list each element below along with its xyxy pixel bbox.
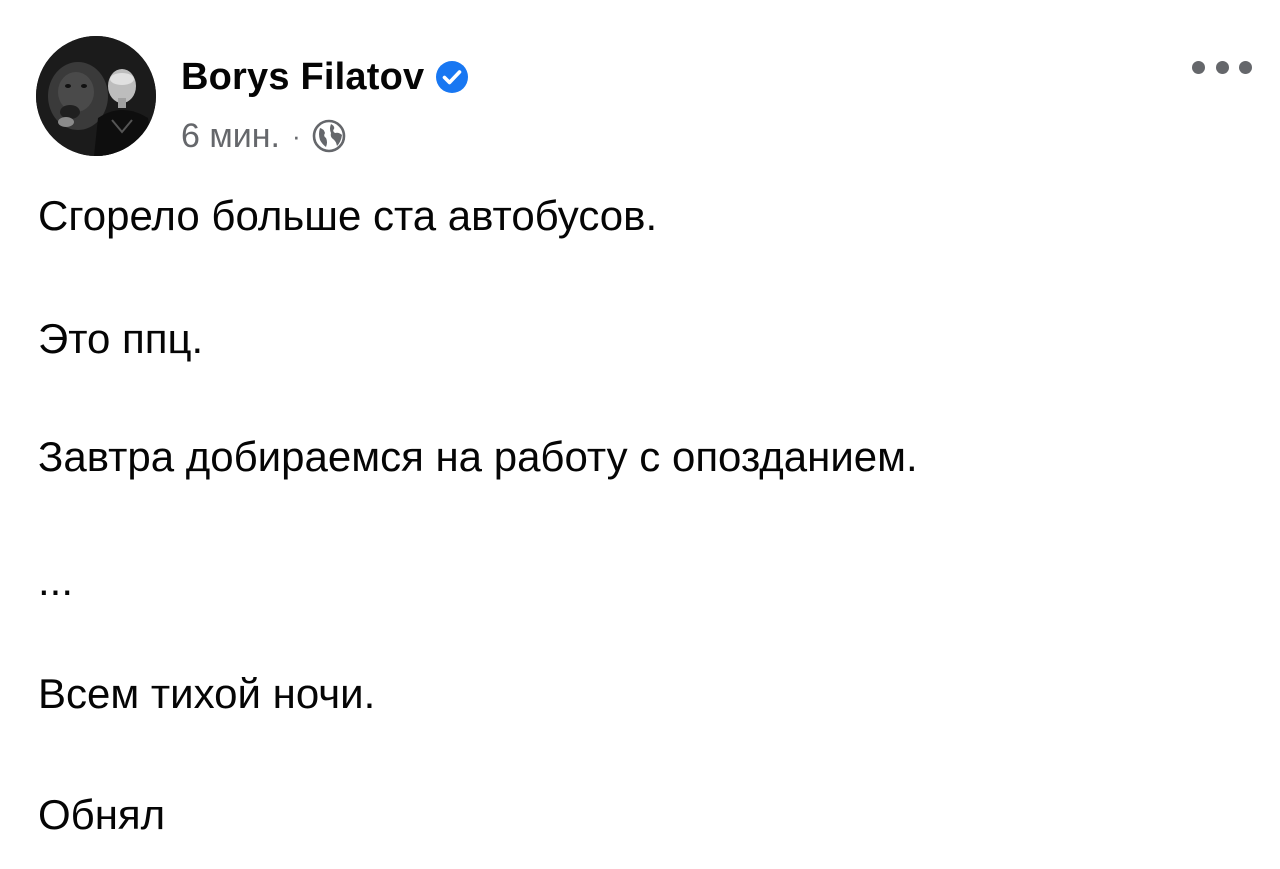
post-text-line: Завтра добираемся на работу с опозданием… [38,433,918,480]
post-text-line: ... [38,557,74,604]
author-name[interactable]: Borys Filatov [181,56,424,99]
meta-separator: · [291,120,301,151]
more-dot [1215,60,1229,74]
post-text-line: Сгорело больше ста автобусов. [38,192,658,239]
author-header: Borys Filatov [181,52,470,102]
post-timestamp[interactable]: 6 мин. [181,117,280,156]
globe-icon[interactable] [311,118,347,154]
post-text-line: Обнял [38,791,166,838]
post-meta: 6 мин. · [181,114,347,158]
more-dot [1239,60,1252,74]
avatar-photo [36,36,156,156]
more-dot [1192,60,1205,74]
verified-badge-icon [434,59,470,95]
post-text-line: Всем тихой ночи. [38,670,376,717]
more-options-icon[interactable] [1192,50,1252,84]
post-text-line: Это ппц. [38,315,204,362]
avatar[interactable] [36,36,156,156]
facebook-post: Borys Filatov 6 мин. · Сгорело больше ст… [0,0,1280,869]
